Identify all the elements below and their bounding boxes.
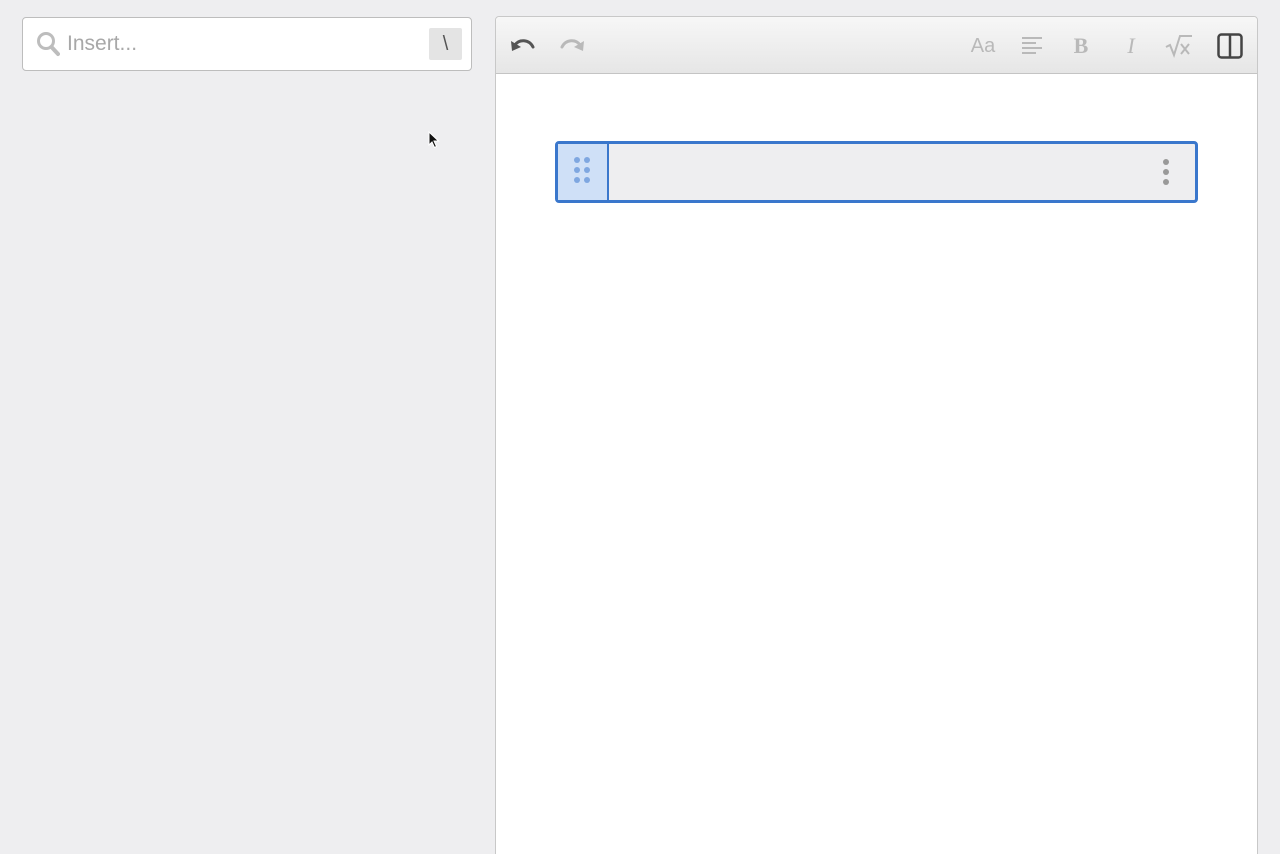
bold-button[interactable]: B xyxy=(1066,31,1096,61)
editor-toolbar: Aa B I xyxy=(496,17,1257,74)
undo-icon[interactable] xyxy=(508,31,538,61)
split-view-icon[interactable] xyxy=(1215,31,1245,61)
app-root: \ Aa xyxy=(0,0,1280,854)
more-vertical-icon[interactable] xyxy=(1161,157,1171,187)
shortcut-key-badge: \ xyxy=(429,28,462,60)
drag-handle-icon xyxy=(574,157,590,183)
align-left-icon[interactable] xyxy=(1017,31,1047,61)
redo-icon[interactable] xyxy=(557,31,587,61)
italic-button[interactable]: I xyxy=(1116,31,1146,61)
insert-search-input[interactable] xyxy=(67,28,427,60)
insert-search-box[interactable]: \ xyxy=(22,17,472,71)
search-icon xyxy=(36,31,60,57)
font-size-button[interactable]: Aa xyxy=(966,31,1000,61)
formula-icon[interactable] xyxy=(1164,31,1194,61)
mouse-cursor-icon xyxy=(428,130,440,154)
content-block[interactable] xyxy=(555,141,1198,203)
drag-handle[interactable] xyxy=(558,144,609,200)
editor-panel: Aa B I xyxy=(495,16,1258,854)
